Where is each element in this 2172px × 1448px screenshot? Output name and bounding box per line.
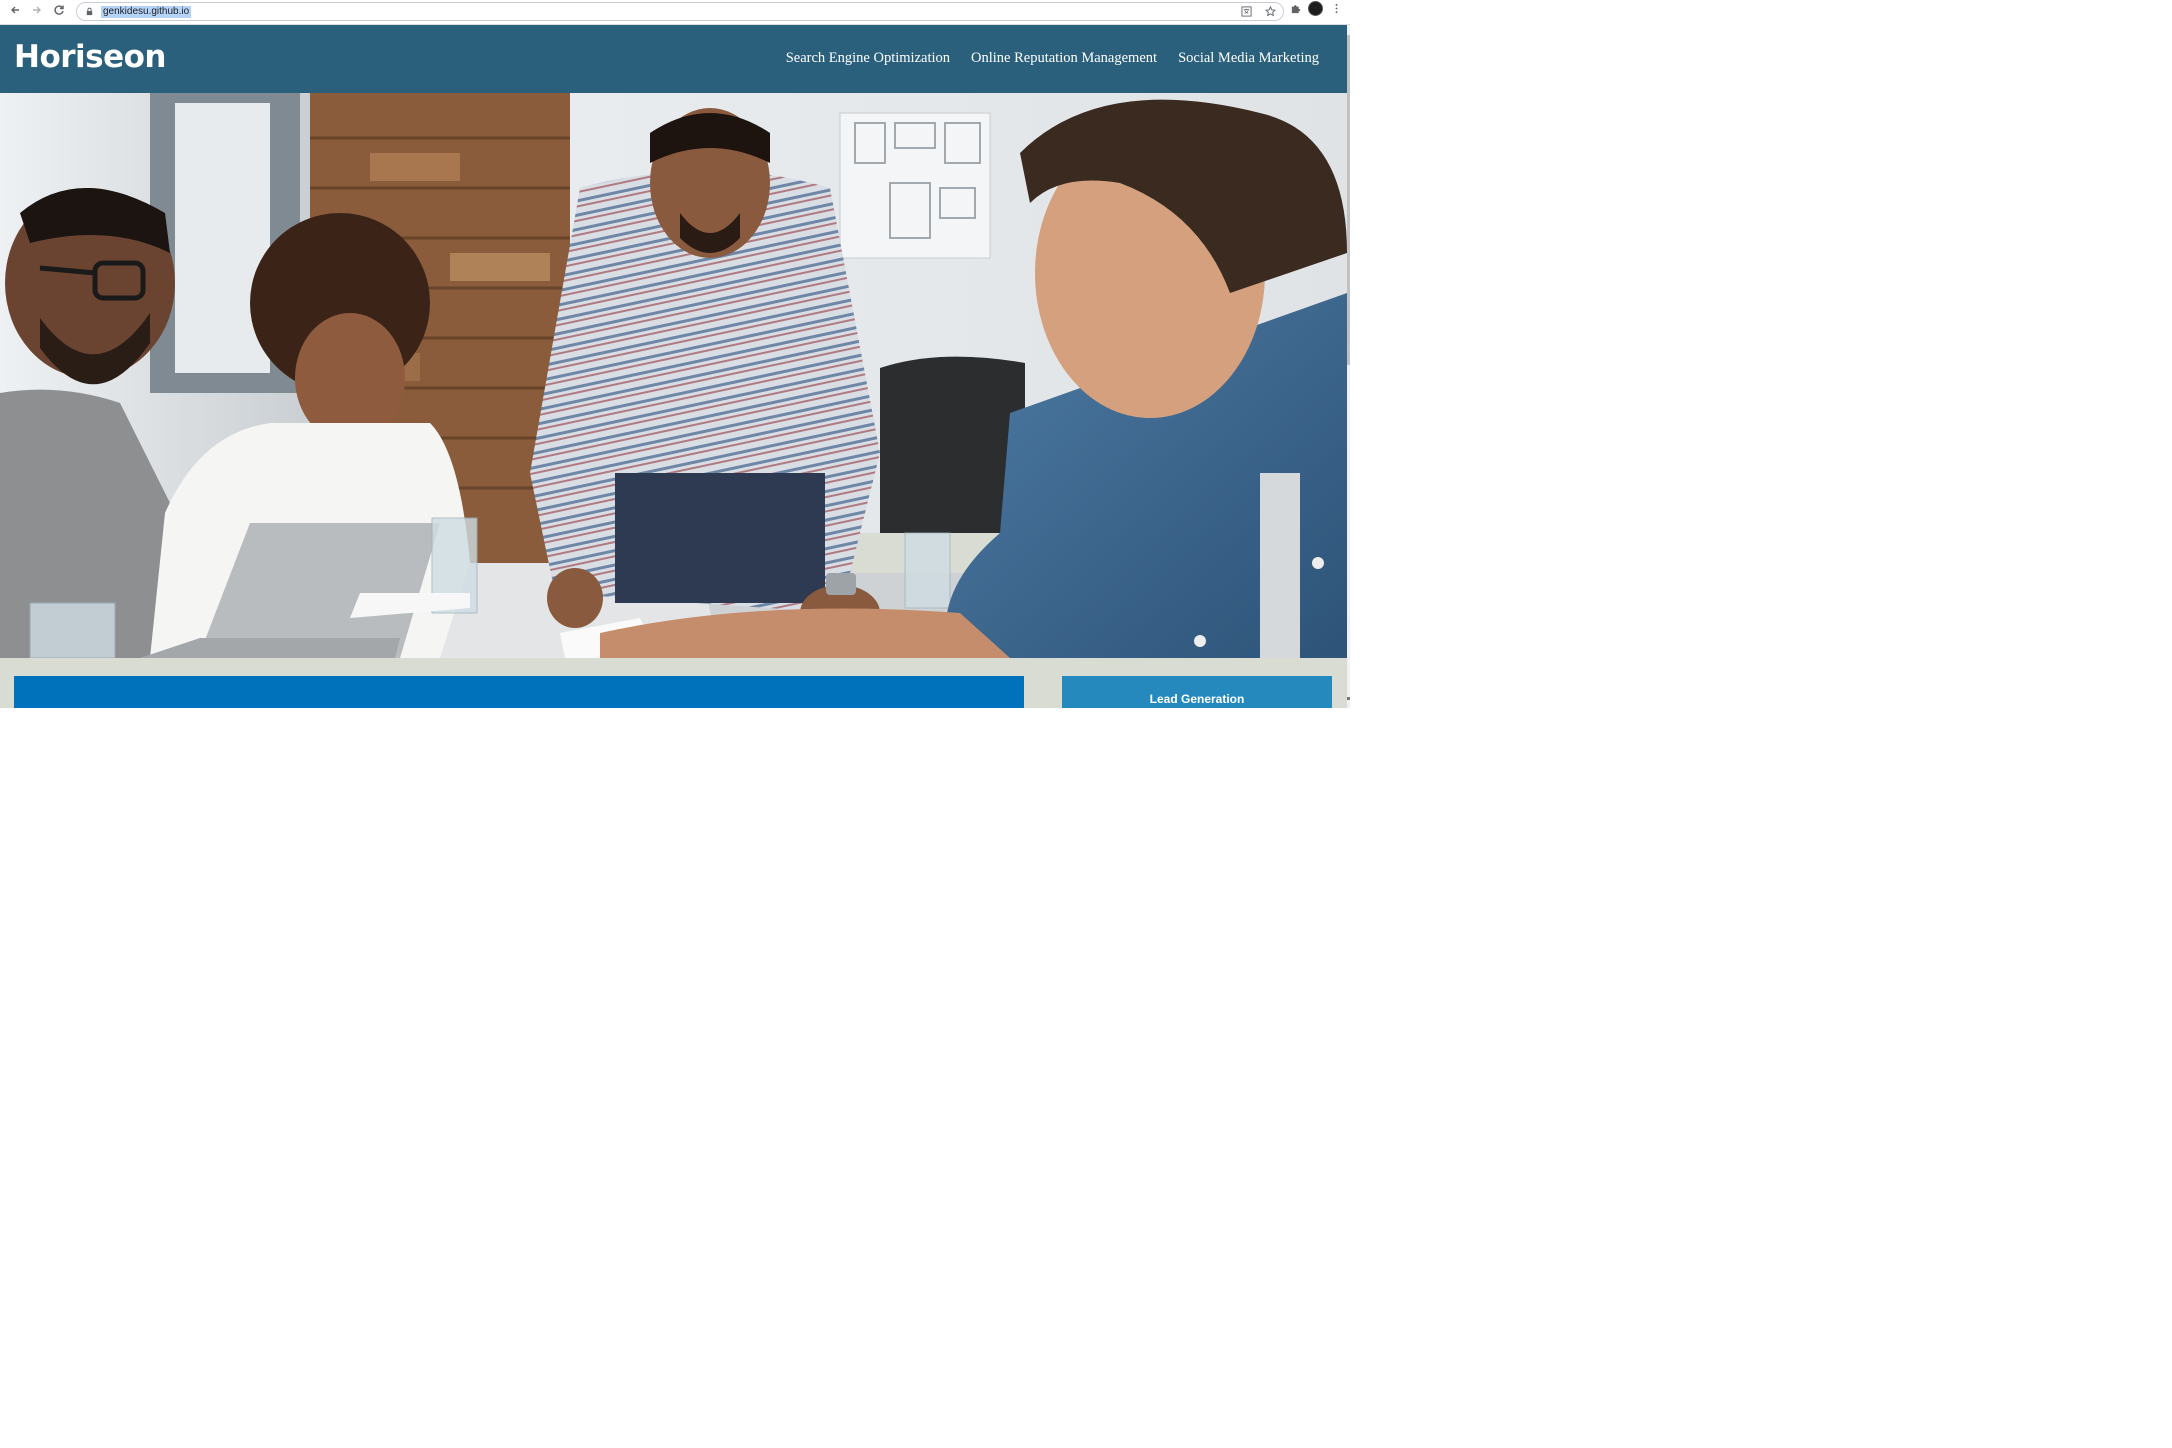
arrow-left-icon bbox=[9, 3, 21, 21]
back-button[interactable] bbox=[4, 1, 26, 23]
site-header: Horiseon Search Engine Optimization Onli… bbox=[0, 25, 1347, 93]
translate-icon[interactable] bbox=[1239, 4, 1253, 18]
nav-link-reputation[interactable]: Online Reputation Management bbox=[971, 50, 1157, 67]
brand-logo[interactable]: Horiseon bbox=[14, 39, 167, 75]
hero-banner bbox=[14, 676, 1024, 708]
browser-window: genkidesu.github.io Horiseon Search Engi… bbox=[0, 0, 1350, 708]
star-icon[interactable] bbox=[1263, 4, 1277, 18]
reload-button[interactable] bbox=[48, 1, 70, 23]
lead-generation-card: Lead Generation bbox=[1062, 676, 1332, 708]
url-text[interactable]: genkidesu.github.io bbox=[101, 5, 192, 18]
main-nav: Search Engine Optimization Online Reputa… bbox=[786, 50, 1319, 67]
nav-link-seo[interactable]: Search Engine Optimization bbox=[786, 50, 950, 67]
arrow-right-icon bbox=[31, 3, 43, 21]
avatar[interactable] bbox=[1308, 1, 1323, 16]
forward-button[interactable] bbox=[26, 1, 48, 23]
lead-generation-title: Lead Generation bbox=[1149, 692, 1245, 706]
resize-handle[interactable] bbox=[1347, 697, 1350, 700]
page-viewport: Horiseon Search Engine Optimization Onli… bbox=[0, 25, 1347, 708]
kebab-menu-icon[interactable] bbox=[1329, 2, 1343, 16]
nav-link-social[interactable]: Social Media Marketing bbox=[1178, 50, 1319, 67]
hero-image bbox=[0, 93, 1347, 658]
scrollbar[interactable] bbox=[1347, 25, 1350, 708]
browser-toolbar: genkidesu.github.io bbox=[0, 0, 1350, 25]
puzzle-icon[interactable] bbox=[1288, 2, 1302, 16]
address-bar[interactable]: genkidesu.github.io bbox=[76, 2, 1284, 21]
reload-icon bbox=[53, 3, 65, 21]
scrollbar-thumb[interactable] bbox=[1347, 35, 1350, 365]
lock-icon[interactable] bbox=[85, 7, 95, 17]
